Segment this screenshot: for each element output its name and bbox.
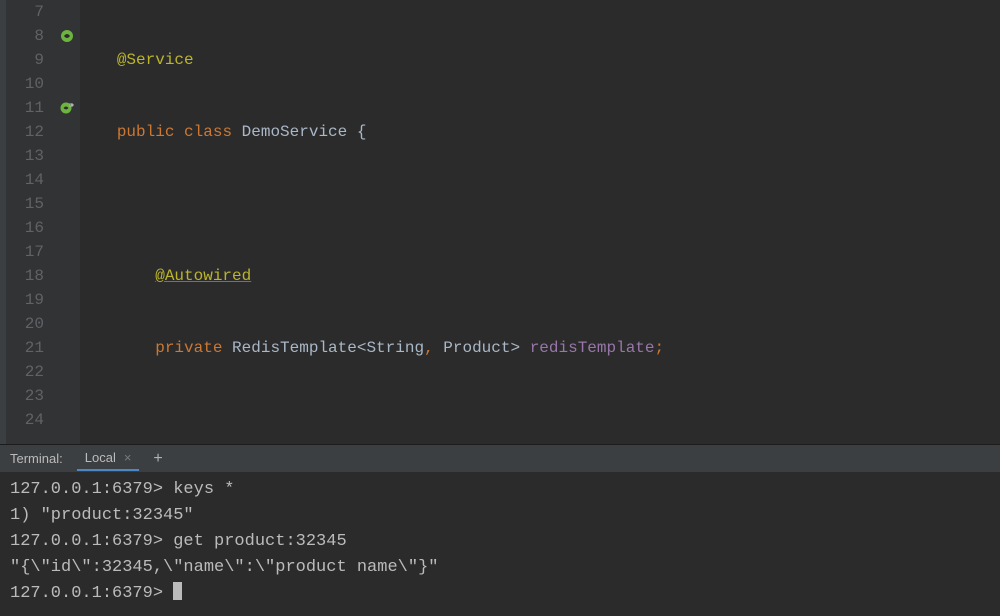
line-number: 10	[6, 72, 44, 96]
line-number: 9	[6, 48, 44, 72]
line-number: 13	[6, 144, 44, 168]
keyword: public	[117, 123, 184, 141]
keyword: private	[155, 339, 232, 357]
spring-bean-icon[interactable]	[54, 24, 80, 48]
terminal-panel: Terminal: Local × + 127.0.0.1:6379> keys…	[0, 444, 1000, 616]
line-number: 24	[6, 408, 44, 432]
brace: {	[357, 123, 367, 141]
line-number: 14	[6, 168, 44, 192]
line-number: 19	[6, 288, 44, 312]
line-number: 23	[6, 384, 44, 408]
terminal-line: "{\"id\":32345,\"name\":\"product name\"…	[10, 555, 990, 581]
close-icon[interactable]: ×	[124, 450, 132, 465]
code-editor[interactable]: 7 8 9 10 11 12 13 14 15 16 17 18 19 20 2…	[0, 0, 1000, 444]
line-number: 11	[6, 96, 44, 120]
line-number: 12	[6, 120, 44, 144]
terminal-prompt: 127.0.0.1:6379>	[10, 581, 990, 607]
code-area[interactable]: @Service public class DemoService { @Aut…	[80, 0, 1000, 444]
line-number: 22	[6, 360, 44, 384]
terminal-body[interactable]: 127.0.0.1:6379> keys * 1) "product:32345…	[0, 473, 1000, 616]
line-number: 17	[6, 240, 44, 264]
terminal-tab-bar: Terminal: Local × +	[0, 445, 1000, 473]
terminal-tab-local[interactable]: Local ×	[77, 446, 140, 471]
comma: ,	[424, 339, 443, 357]
line-number: 20	[6, 312, 44, 336]
keyword: class	[184, 123, 242, 141]
cursor-icon	[173, 582, 182, 600]
field-name: redisTemplate	[530, 339, 655, 357]
terminal-line: 1) "product:32345"	[10, 503, 990, 529]
terminal-line: 127.0.0.1:6379> keys *	[10, 477, 990, 503]
type-name: RedisTemplate<String	[232, 339, 424, 357]
semicolon: ;	[655, 339, 665, 357]
annotation: @Autowired	[155, 267, 251, 285]
spring-inject-icon[interactable]	[54, 96, 80, 120]
type-name: Product>	[443, 339, 529, 357]
line-number: 15	[6, 192, 44, 216]
annotation: @Service	[117, 51, 194, 69]
terminal-title: Terminal:	[10, 451, 63, 466]
add-tab-icon[interactable]: +	[153, 450, 162, 468]
class-name: DemoService	[242, 123, 357, 141]
terminal-tab-label: Local	[85, 450, 116, 465]
line-number: 8	[6, 24, 44, 48]
line-number-gutter: 7 8 9 10 11 12 13 14 15 16 17 18 19 20 2…	[6, 0, 54, 444]
terminal-line: 127.0.0.1:6379> get product:32345	[10, 529, 990, 555]
line-number: 7	[6, 0, 44, 24]
line-number: 18	[6, 264, 44, 288]
gutter-icons	[54, 0, 80, 444]
line-number: 21	[6, 336, 44, 360]
line-number: 16	[6, 216, 44, 240]
